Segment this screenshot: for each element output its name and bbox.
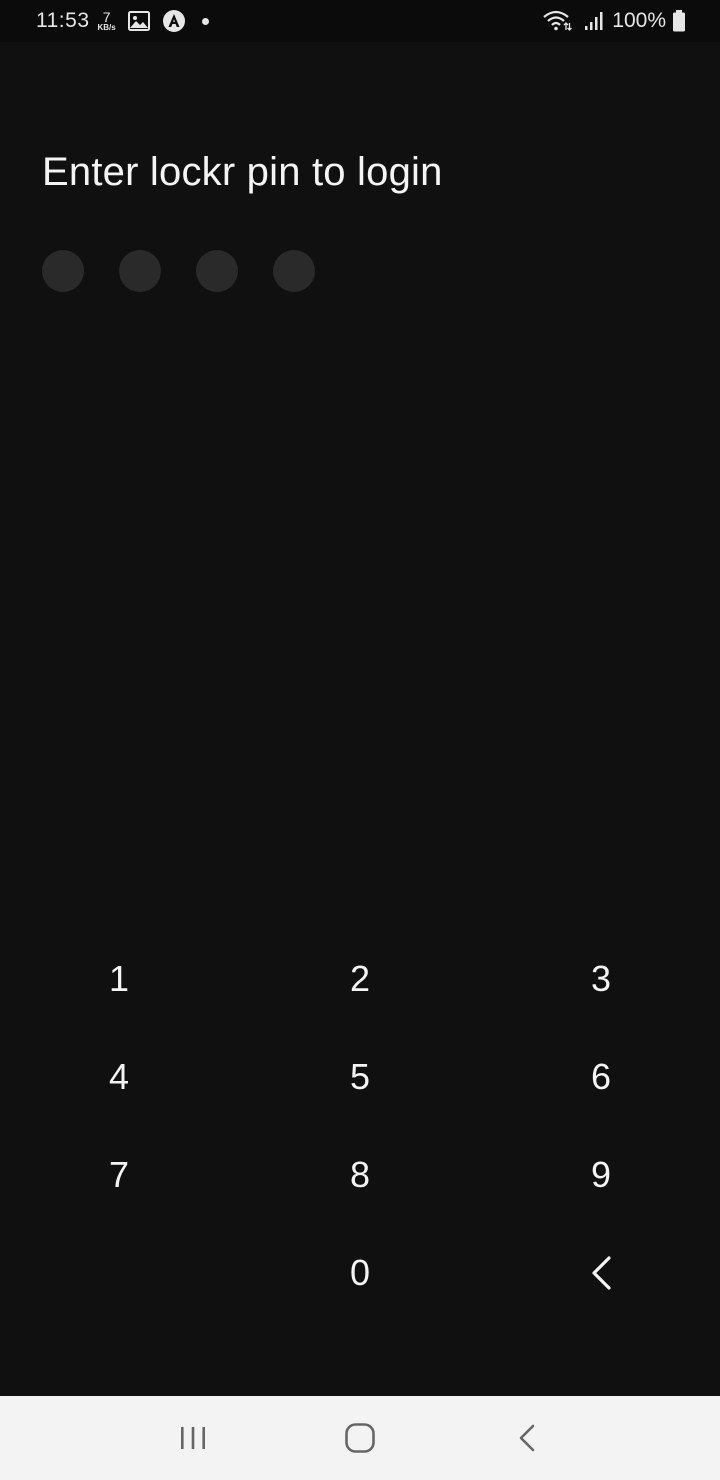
gallery-icon (127, 11, 150, 31)
key-8[interactable]: 8 (238, 1126, 482, 1224)
backspace-button[interactable] (482, 1224, 720, 1322)
app-notification-icon (162, 9, 186, 33)
chevron-left-icon (588, 1255, 614, 1291)
numeric-keypad: 1 2 3 4 5 6 7 8 9 0 (0, 930, 720, 1322)
battery-icon (672, 10, 686, 32)
lock-screen: 11:53 7 KB/s 100% Enter lockr pin to log… (0, 0, 720, 1480)
wifi-icon (542, 10, 573, 32)
recent-apps-button[interactable] (153, 1408, 233, 1468)
key-7[interactable]: 7 (0, 1126, 238, 1224)
key-5[interactable]: 5 (238, 1028, 482, 1126)
key-4[interactable]: 4 (0, 1028, 238, 1126)
pin-dot (119, 250, 161, 292)
page-title: Enter lockr pin to login (42, 150, 443, 194)
signal-icon (584, 11, 606, 31)
key-9[interactable]: 9 (482, 1126, 720, 1224)
pin-dot (196, 250, 238, 292)
more-notifications-dot (201, 17, 209, 25)
home-icon (344, 1422, 376, 1454)
battery-percentage: 100% (612, 9, 666, 32)
pin-indicator (42, 250, 350, 292)
pin-dot (42, 250, 84, 292)
key-6[interactable]: 6 (482, 1028, 720, 1126)
home-button[interactable] (320, 1408, 400, 1468)
status-time: 11:53 (36, 9, 90, 32)
status-bar-left: 11:53 7 KB/s (36, 9, 209, 33)
key-empty (0, 1224, 238, 1322)
pin-dot (273, 250, 315, 292)
back-icon (517, 1423, 537, 1453)
key-2[interactable]: 2 (238, 930, 482, 1028)
network-speed-unit: KB/s (97, 23, 116, 32)
network-speed: 7 KB/s (98, 10, 116, 32)
key-0[interactable]: 0 (238, 1224, 482, 1322)
recent-apps-icon (179, 1425, 207, 1451)
status-bar: 11:53 7 KB/s 100% (0, 0, 720, 42)
key-3[interactable]: 3 (482, 930, 720, 1028)
network-speed-value: 7 (102, 9, 111, 25)
status-bar-right: 100% (530, 9, 686, 33)
key-1[interactable]: 1 (0, 930, 238, 1028)
system-nav-bar (0, 1396, 720, 1480)
back-button[interactable] (487, 1408, 567, 1468)
